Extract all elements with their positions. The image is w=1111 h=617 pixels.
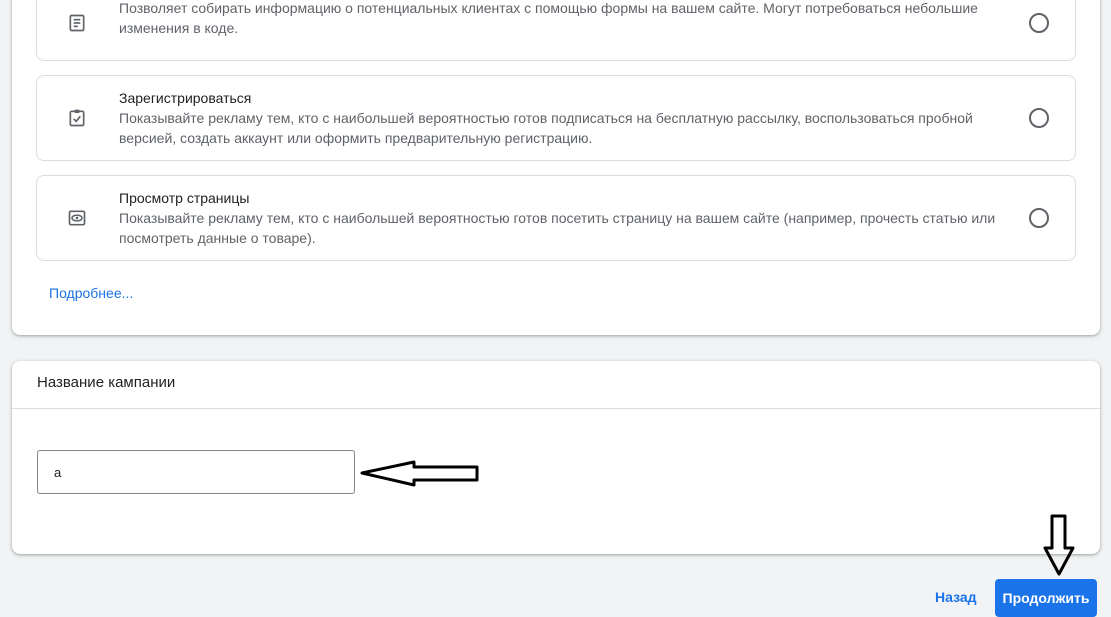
goal-radio-leads[interactable] (1029, 12, 1049, 33)
goal-radio-page-view[interactable] (1029, 208, 1049, 228)
goal-option-leads[interactable]: Позволяет собирать информацию о потенциа… (36, 0, 1076, 61)
checklist-clipboard-icon (69, 109, 85, 127)
goal-option-description: Показывайте рекламу тем, кто с наибольше… (119, 210, 996, 246)
campaign-name-input[interactable] (37, 450, 355, 494)
goals-card: Позволяет собирать информацию о потенциа… (12, 0, 1100, 335)
form-icon (69, 14, 85, 31)
campaign-name-title: Название кампании (37, 374, 176, 391)
left-arrow-annotation (360, 460, 479, 487)
goal-option-description: Позволяет собирать информацию о потенциа… (119, 0, 978, 36)
goal-option-description: Показывайте рекламу тем, кто с наибольше… (119, 110, 973, 146)
goal-option-signup[interactable]: Зарегистрироваться Показывайте рекламу т… (36, 75, 1076, 161)
back-button[interactable]: Назад (925, 580, 987, 614)
campaign-name-card: Название кампании (12, 361, 1100, 554)
eye-icon (68, 210, 86, 226)
learn-more-link[interactable]: Подробнее... (49, 285, 133, 301)
goal-radio-signup[interactable] (1029, 108, 1049, 128)
goal-option-title: Просмотр страницы (119, 190, 250, 206)
down-arrow-annotation (1043, 514, 1075, 576)
goal-option-page-view[interactable]: Просмотр страницы Показывайте рекламу те… (36, 175, 1076, 261)
goal-option-title: Зарегистрироваться (119, 90, 252, 106)
divider (12, 408, 1100, 409)
continue-button[interactable]: Продолжить (995, 579, 1097, 617)
